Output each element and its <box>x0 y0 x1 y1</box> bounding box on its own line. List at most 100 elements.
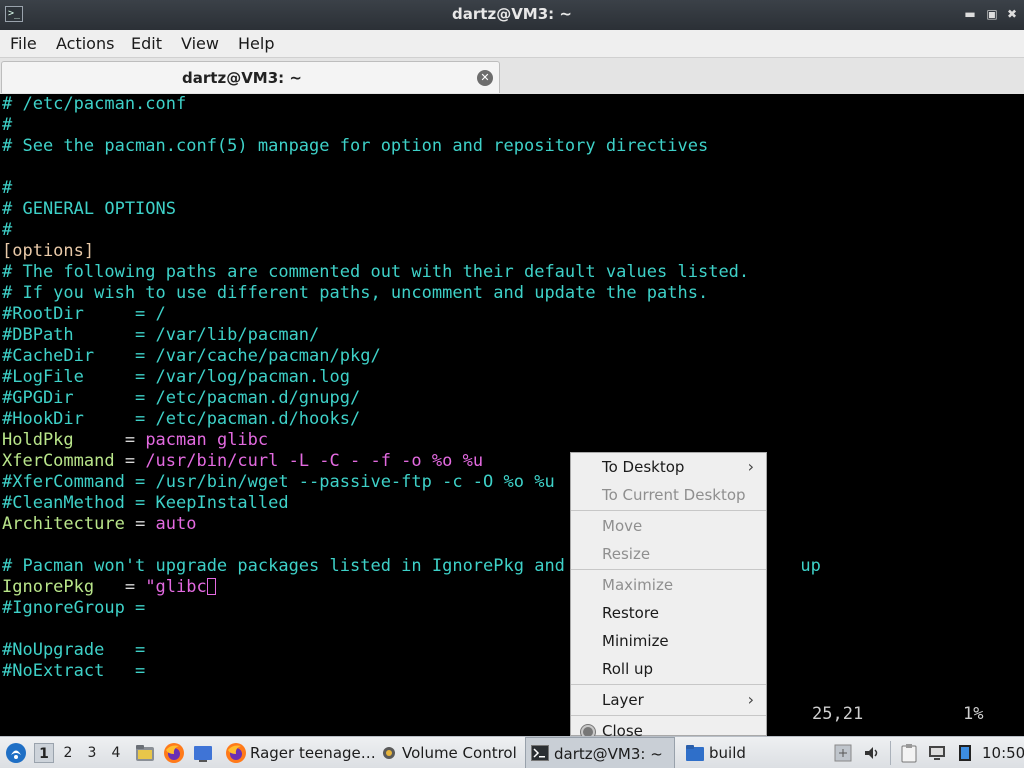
terminal-text: #CleanMethod = KeepInstalled <box>2 493 289 513</box>
menu-item-maximize: Maximize <box>571 572 766 598</box>
menu-file[interactable]: File <box>10 34 37 53</box>
terminal-text: #CacheDir = /var/cache/pacman/pkg/ <box>2 346 381 366</box>
menu-separator <box>571 715 766 716</box>
terminal-line: # See the pacman.conf(5) manpage for opt… <box>2 136 708 157</box>
terminal-text: #DBPath = /var/lib/pacman/ <box>2 325 320 345</box>
terminal-line: Architecture = auto <box>2 514 197 535</box>
terminal-text: #NoUpgrade = <box>2 640 146 660</box>
menu-item-minimize[interactable]: Minimize <box>571 628 766 654</box>
terminal-line: #CacheDir = /var/cache/pacman/pkg/ <box>2 346 381 367</box>
window-context-menu: To Desktop › To Current Desktop Move Resize M… <box>570 452 767 740</box>
menu-view[interactable]: View <box>181 34 219 53</box>
restore-icon[interactable]: ▣ <box>984 6 1000 22</box>
terminal-line: #CleanMethod = KeepInstalled <box>2 493 289 514</box>
task-label: build <box>709 744 746 762</box>
menu-item-label: To Desktop <box>602 458 685 476</box>
terminal-line: HoldPkg = pacman glibc <box>2 430 268 451</box>
window-titlebar[interactable]: >_ dartz@VM3: ~ ▬ ▣ ✖ <box>0 0 1024 30</box>
show-desktop-icon[interactable] <box>192 742 214 764</box>
network-icon[interactable] <box>955 743 975 763</box>
terminal-text: = <box>124 577 146 597</box>
task-volume-control[interactable]: Volume Control <box>377 737 519 768</box>
terminal-line: #IgnoreGroup = <box>2 598 145 619</box>
menu-help[interactable]: Help <box>238 34 274 53</box>
menu-separator <box>571 684 766 685</box>
display-icon[interactable] <box>927 743 947 763</box>
task-label: Rager teenage… <box>250 744 376 762</box>
terminal-text: #XferCommand = /usr/bin/wget --passive-f… <box>2 472 555 492</box>
tab-terminal[interactable]: dartz@VM3: ~ ✕ <box>1 61 500 93</box>
scroll-percent: 1% <box>963 704 984 724</box>
menu-item-roll-up[interactable]: Roll up <box>571 656 766 682</box>
menu-item-label: Resize <box>602 545 651 563</box>
chevron-right-icon: › <box>747 457 754 476</box>
task-label: dartz@VM3: ~ <box>554 745 663 763</box>
terminal-text: #GPGDir = /etc/pacman.d/gnupg/ <box>2 388 361 408</box>
clipboard-icon[interactable] <box>899 743 919 763</box>
menu-item-layer[interactable]: Layer › <box>571 687 766 713</box>
terminal-text: # <box>2 178 13 198</box>
workspace-3[interactable]: 3 <box>82 743 102 763</box>
menu-item-to-desktop[interactable]: To Desktop › <box>571 454 766 480</box>
tab-label: dartz@VM3: ~ <box>182 69 302 87</box>
menu-item-label: Maximize <box>602 576 674 594</box>
menu-edit[interactable]: Edit <box>131 34 162 53</box>
terminal-text: IgnorePkg <box>2 577 125 597</box>
terminal-text: # Pacman won't upgrade packages listed i… <box>2 556 586 576</box>
task-terminal[interactable]: dartz@VM3: ~ <box>525 737 675 768</box>
pager-icon[interactable] <box>834 744 852 762</box>
menu-item-label: Layer <box>602 691 644 709</box>
workspace-4[interactable]: 4 <box>106 743 126 763</box>
task-build-folder[interactable]: build <box>680 737 800 768</box>
task-firefox[interactable]: Rager teenage… <box>221 737 376 768</box>
folder-icon <box>684 742 706 764</box>
terminal-line: # /etc/pacman.conf <box>2 94 186 115</box>
menu-actions[interactable]: Actions <box>56 34 114 53</box>
terminal-text: # GENERAL OPTIONS <box>2 199 176 219</box>
file-manager-launcher-icon[interactable] <box>134 742 156 764</box>
terminal-text: #RootDir = / <box>2 304 166 324</box>
terminal-text: HoldPkg <box>2 430 125 450</box>
terminal-line: # If you wish to use different paths, un… <box>2 283 708 304</box>
app-menu-icon[interactable] <box>5 742 27 764</box>
terminal-text: # <box>2 220 13 240</box>
terminal-line: XferCommand = /usr/bin/curl -L -C - -f -… <box>2 451 483 472</box>
volume-icon[interactable] <box>862 743 882 763</box>
terminal-line: #DBPath = /var/lib/pacman/ <box>2 325 319 346</box>
terminal-text: #NoExtract = <box>2 661 146 681</box>
terminal-text: XferCommand <box>2 451 125 471</box>
firefox-launcher-icon[interactable] <box>163 742 185 764</box>
terminal-line: # The following paths are commented out … <box>2 262 749 283</box>
close-icon[interactable]: ✖ <box>1004 6 1020 22</box>
terminal-line: IgnorePkg = "glibc <box>2 577 216 598</box>
terminal-line: # GENERAL OPTIONS <box>2 199 176 220</box>
terminal-area[interactable]: 25,21 1% # /etc/pacman.conf # # See the pa… <box>2 94 1024 736</box>
terminal-text: [options] <box>2 241 95 261</box>
terminal-line: # <box>2 115 12 136</box>
cursor-position: 25,21 <box>812 704 864 724</box>
menu-item-label: Restore <box>602 604 659 622</box>
chevron-right-icon: › <box>747 690 754 709</box>
terminal-text: #LogFile = /var/log/pacman.log <box>2 367 350 387</box>
terminal-text: = <box>135 514 156 534</box>
terminal-line: # <box>2 178 12 199</box>
terminal-text: /usr/bin/curl -L -C - -f -o %o %u <box>145 451 484 471</box>
task-label: Volume Control <box>402 744 517 762</box>
menubar: File Actions Edit View Help <box>0 30 1024 58</box>
workspace-2[interactable]: 2 <box>58 743 78 763</box>
terminal-text: = <box>124 430 146 450</box>
firefox-icon <box>225 742 247 764</box>
taskbar: 1 2 3 4 Rager teenage… Volume Control da… <box>0 736 1024 768</box>
terminal-text: pacman glibc <box>145 430 269 450</box>
terminal-text: #IgnoreGroup = <box>2 598 146 618</box>
terminal-text: # <box>2 115 13 135</box>
tab-close-icon[interactable]: ✕ <box>477 70 493 86</box>
minimize-icon[interactable]: ▬ <box>962 6 978 22</box>
workspace-1[interactable]: 1 <box>34 743 54 763</box>
terminal-text: # See the pacman.conf(5) manpage for opt… <box>2 136 709 156</box>
menu-item-restore[interactable]: Restore <box>571 600 766 626</box>
menu-item-label: Roll up <box>602 660 654 678</box>
menu-item-label: Minimize <box>602 632 669 650</box>
terminal-line: [options] <box>2 241 94 262</box>
terminal-text: # The following paths are commented out … <box>2 262 750 282</box>
